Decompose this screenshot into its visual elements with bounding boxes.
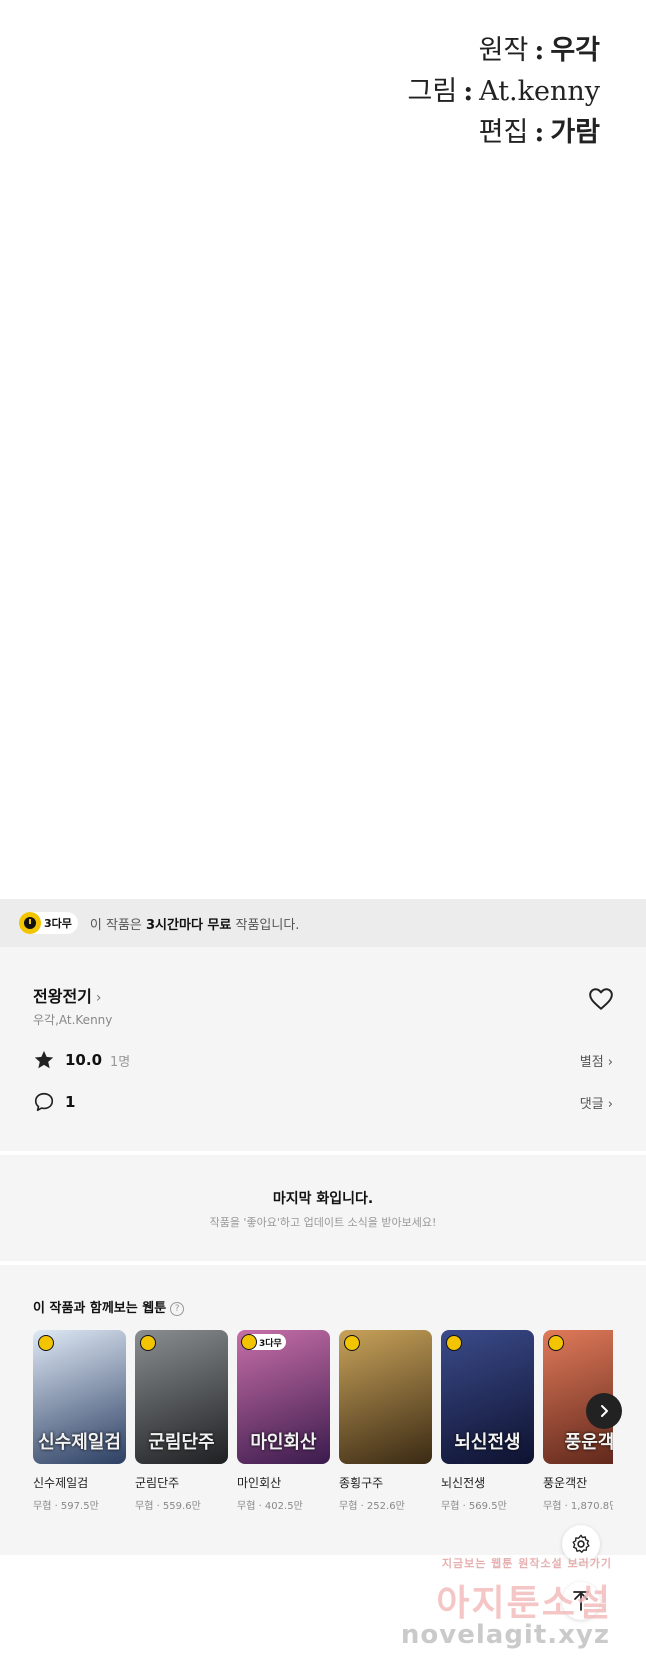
card-meta: 무협 · 402.5만: [237, 1501, 303, 1512]
rating-value: 10.0: [65, 1051, 103, 1069]
free-badge: 3다무: [241, 1334, 286, 1350]
recommendation-card[interactable]: 종횡구주무협 · 252.6만: [339, 1330, 432, 1512]
recommendation-card[interactable]: 3다무 마인회산 마인회산 무협 · 402.5만: [237, 1330, 330, 1512]
last-episode-subtitle: 작품을 '좋아요'하고 업데이트 소식을 받아보세요!: [209, 1216, 437, 1229]
cover-title-art: 군림단주: [148, 1432, 215, 1453]
comment-row: 1 댓글 ›: [33, 1089, 613, 1115]
clock-icon: [140, 1335, 156, 1351]
card-meta: 무협 · 569.5만: [441, 1501, 507, 1512]
watermark-url: novelagit.xyz: [400, 1620, 610, 1650]
cover-title-art: 신수제일검: [38, 1432, 121, 1453]
chevron-right-icon: [601, 1405, 608, 1417]
clock-icon: [548, 1335, 564, 1351]
cover-title-art: 풍운객: [564, 1432, 613, 1453]
free-badge: 3다무: [19, 912, 78, 934]
cover-title-art: 마인회산: [250, 1432, 317, 1453]
recommendations-heading: 이 작품과 함께보는 웹툰?: [33, 1297, 185, 1316]
clock-icon: [241, 1334, 257, 1350]
card-meta: 무협 · 597.5만: [33, 1501, 99, 1512]
clock-icon: [19, 912, 41, 934]
chevron-right-icon: ›: [95, 990, 102, 1006]
card-title: 신수제일검: [33, 1476, 89, 1490]
card-meta: 무협 · 252.6만: [339, 1501, 405, 1512]
card-title: 군림단주: [135, 1476, 180, 1490]
cover-thumbnail: 뇌신전생: [441, 1330, 534, 1464]
card-meta: 무협 · 559.6만: [135, 1501, 201, 1512]
rating-count: 1명: [110, 1054, 131, 1070]
series-info: 전왕전기 › 우각,At.Kenny 10.0 1명 별점 › 1 댓글 ›: [0, 947, 646, 1151]
credits: 원작: 우각 그림: At.kenny 편집: 가람: [408, 30, 600, 153]
last-episode-panel: 마지막 화입니다. 작품을 '좋아요'하고 업데이트 소식을 받아보세요!: [0, 1155, 646, 1261]
series-title-link[interactable]: 전왕전기 ›: [33, 983, 102, 1007]
cover-thumbnail: [339, 1330, 432, 1464]
clock-icon: [446, 1335, 462, 1351]
star-icon: [34, 1050, 54, 1069]
card-meta: 무협 · 1,870.8만: [543, 1501, 613, 1512]
recommendation-card[interactable]: 뇌신전생 뇌신전생 무협 · 569.5만: [441, 1330, 534, 1512]
series-authors: 우각,At.Kenny: [33, 1013, 113, 1027]
banner-text: 이 작품은 3시간마다 무료 작품입니다.: [89, 917, 300, 933]
comment-link[interactable]: 댓글 ›: [580, 1093, 613, 1112]
comment-icon: [34, 1092, 54, 1112]
cover-thumbnail: 군림단주: [135, 1330, 228, 1464]
settings-icon: [572, 1534, 590, 1553]
chevron-right-icon: ›: [607, 1096, 613, 1112]
cover-title-art: 뇌신전생: [454, 1432, 521, 1453]
cover-thumbnail: 신수제일검: [33, 1330, 126, 1464]
last-episode-title: 마지막 화입니다.: [272, 1191, 374, 1207]
recommendation-card[interactable]: 군림단주 군림단주 무협 · 559.6만: [135, 1330, 228, 1512]
card-title: 마인회산: [237, 1476, 282, 1490]
credit-row-art: 그림: At.kenny: [407, 76, 600, 107]
rating-link[interactable]: 별점 ›: [580, 1051, 613, 1070]
credit-row-original: 원작: 우각: [478, 35, 600, 66]
card-title: 종횡구주: [339, 1476, 384, 1490]
recommendation-list: 신수제일검 신수제일검 무협 · 597.5만 군림단주 군림단주 무협 · 559.6만…: [33, 1330, 613, 1530]
cover-thumbnail: 3다무마인회산: [237, 1330, 330, 1464]
chevron-right-icon: ›: [607, 1054, 613, 1070]
card-title: 풍운객잔: [543, 1476, 588, 1490]
clock-icon: [344, 1335, 360, 1351]
watermark-caption: 지금보는 웹툰 원작소설 보러가기: [441, 1557, 612, 1570]
rating-row: 10.0 1명 별점 ›: [33, 1047, 613, 1073]
comment-count: 1: [65, 1093, 76, 1111]
next-arrow-button[interactable]: [586, 1393, 622, 1429]
card-title: 뇌신전생: [441, 1476, 486, 1490]
watermark-logo: 아지툰소설: [436, 1583, 612, 1624]
help-icon[interactable]: ?: [170, 1302, 185, 1316]
credit-row-editor: 편집: 가람: [478, 117, 600, 148]
free-banner: 3다무 이 작품은 3시간마다 무료 작품입니다.: [0, 899, 646, 947]
clock-icon: [38, 1335, 54, 1351]
recommendation-card[interactable]: 신수제일검 신수제일검 무협 · 597.5만: [33, 1330, 126, 1512]
heart-icon[interactable]: [588, 987, 614, 1011]
recommendations: 이 작품과 함께보는 웹툰? 신수제일검 신수제일검 무협 · 597.5만 군림단주…: [0, 1265, 646, 1555]
